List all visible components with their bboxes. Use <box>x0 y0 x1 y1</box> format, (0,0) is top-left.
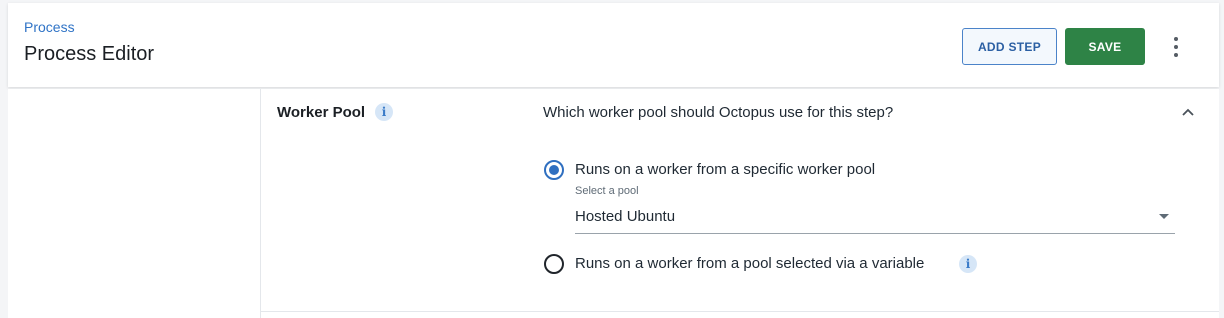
more-vertical-icon[interactable] <box>1168 37 1184 57</box>
info-icon[interactable]: i <box>959 255 977 273</box>
chevron-up-icon[interactable] <box>1181 107 1195 117</box>
save-button[interactable]: SAVE <box>1065 28 1145 65</box>
radio-variable-pool[interactable] <box>544 254 564 274</box>
worker-pool-section: Worker Pool i Which worker pool should O… <box>260 89 1219 318</box>
section-title: Worker Pool <box>277 104 366 121</box>
option-variable-pool-label[interactable]: Runs on a worker from a pool selected vi… <box>575 255 924 272</box>
page-title: Process Editor <box>24 43 155 65</box>
page-header: Process Process Editor ADD STEP SAVE <box>8 3 1219 87</box>
step-list-pane <box>8 89 260 318</box>
radio-specific-pool[interactable] <box>544 160 564 180</box>
info-icon[interactable]: i <box>375 103 393 121</box>
dropdown-arrow-icon <box>1159 214 1169 219</box>
breadcrumb-process[interactable]: Process <box>24 19 75 35</box>
pool-select[interactable]: Hosted Ubuntu <box>575 199 1175 234</box>
divider <box>261 311 1219 312</box>
pool-select-value: Hosted Ubuntu <box>575 208 676 225</box>
select-pool-label: Select a pool <box>575 185 639 197</box>
option-specific-pool-label[interactable]: Runs on a worker from a specific worker … <box>575 161 875 178</box>
section-question: Which worker pool should Octopus use for… <box>543 104 894 121</box>
add-step-button[interactable]: ADD STEP <box>962 28 1057 65</box>
